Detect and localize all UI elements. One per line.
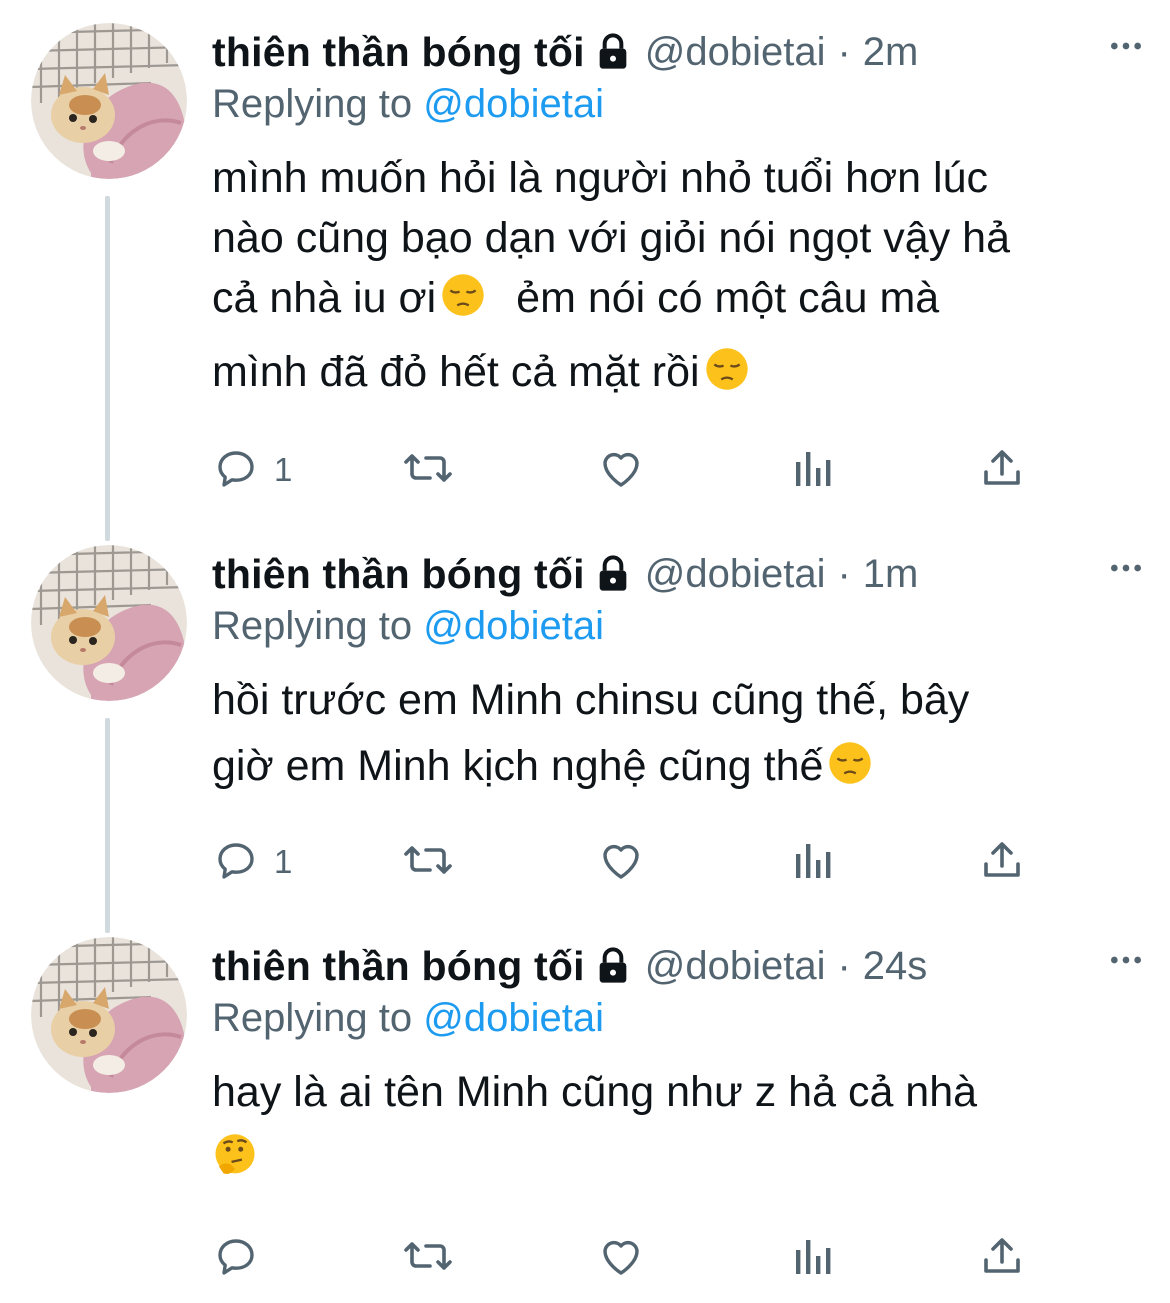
analytics-icon [790, 836, 834, 889]
share-icon [978, 836, 1026, 889]
share-icon [978, 1232, 1026, 1285]
tweet-line: cả nhà iu ơi [212, 274, 437, 322]
reply-icon [212, 836, 260, 889]
tweet-line: hồi trước em Minh chinsu cũng thế, bây [212, 676, 970, 724]
pensive-face-emoji [827, 740, 873, 802]
analytics-icon [790, 444, 834, 497]
like-button[interactable] [596, 1228, 646, 1288]
thinking-face-emoji [212, 1132, 258, 1194]
lock-icon [593, 554, 633, 594]
avatar[interactable] [31, 23, 187, 179]
like-icon [596, 836, 646, 889]
avatar[interactable] [31, 937, 187, 1093]
separator-dot: · [837, 29, 851, 74]
mention-link[interactable]: @dobietai [423, 82, 604, 126]
lock-icon [593, 32, 633, 72]
reply-count: 1 [274, 451, 293, 488]
share-button[interactable] [978, 832, 1026, 892]
share-button[interactable] [978, 1228, 1026, 1288]
replying-to: Replying to @dobietai [212, 82, 604, 127]
reply-button[interactable]: 1 [212, 832, 292, 892]
timestamp[interactable]: 2m [863, 30, 919, 75]
tweet-line: ẻm nói có một câu mà [516, 274, 940, 322]
mention-link[interactable]: @dobietai [423, 604, 604, 648]
tweet-text: hay là ai tên Minh cũng như z hả cả nhà [212, 1062, 1132, 1188]
display-name[interactable]: thiên thần bóng tối [212, 943, 585, 990]
handle[interactable]: @dobietai [645, 552, 826, 597]
retweet-icon [400, 444, 456, 497]
display-name[interactable]: thiên thần bóng tối [212, 29, 585, 76]
avatar[interactable] [31, 545, 187, 701]
like-button[interactable] [596, 832, 646, 892]
tweet-text: mình muốn hỏi là người nhỏ tuổi hơn lúc … [212, 148, 1132, 402]
pensive-face-emoji [704, 346, 750, 408]
tweet[interactable]: thiên thần bóng tối @dobietai · 24s Repl… [0, 914, 1170, 1303]
mention-link[interactable]: @dobietai [423, 996, 604, 1040]
retweet-button[interactable] [400, 1228, 456, 1288]
tweet-line-row [212, 1128, 1132, 1188]
reply-button[interactable]: 1 [212, 440, 292, 500]
retweet-button[interactable] [400, 832, 456, 892]
analytics-button[interactable] [790, 440, 834, 500]
pensive-face-emoji [440, 272, 486, 334]
handle[interactable]: @dobietai [645, 30, 826, 75]
like-icon [596, 1232, 646, 1285]
tweet-text: hồi trước em Minh chinsu cũng thế, bây g… [212, 670, 1132, 796]
more-options-icon[interactable] [1106, 548, 1146, 593]
analytics-button[interactable] [790, 1228, 834, 1288]
display-name[interactable]: thiên thần bóng tối [212, 551, 585, 598]
separator-dot: · [837, 551, 851, 596]
replying-to: Replying to @dobietai [212, 604, 604, 649]
like-button[interactable] [596, 440, 646, 500]
more-options-icon[interactable] [1106, 940, 1146, 985]
share-icon [978, 444, 1026, 497]
reply-icon [212, 1232, 260, 1285]
tweet[interactable]: thiên thần bóng tối @dobietai · 1m Reply… [0, 522, 1170, 922]
tweet-line: mình muốn hỏi là người nhỏ tuổi hơn lúc [212, 154, 989, 202]
replying-prefix: Replying to [212, 82, 413, 126]
replying-prefix: Replying to [212, 604, 413, 648]
replying-to: Replying to @dobietai [212, 996, 604, 1041]
timestamp[interactable]: 1m [863, 552, 919, 597]
tweet-line-row: giờ em Minh kịch nghệ cũng thế [212, 736, 1132, 796]
like-icon [596, 444, 646, 497]
reply-count: 1 [274, 843, 293, 880]
action-bar [212, 1228, 1052, 1288]
reply-button[interactable] [212, 1228, 274, 1288]
tweet-line: hay là ai tên Minh cũng như z hả cả nhà [212, 1068, 978, 1116]
tweet-line: mình đã đỏ hết cả mặt rồi [212, 348, 700, 396]
analytics-button[interactable] [790, 832, 834, 892]
retweet-button[interactable] [400, 440, 456, 500]
timestamp[interactable]: 24s [863, 944, 928, 989]
handle[interactable]: @dobietai [645, 944, 826, 989]
analytics-icon [790, 1232, 834, 1285]
action-bar: 1 [212, 832, 1052, 892]
replying-prefix: Replying to [212, 996, 413, 1040]
reply-icon [212, 444, 260, 497]
tweet[interactable]: thiên thần bóng tối @dobietai · 2m Reply… [0, 0, 1170, 530]
separator-dot: · [837, 943, 851, 988]
more-options-icon[interactable] [1106, 26, 1146, 71]
lock-icon [593, 946, 633, 986]
tweet-line: giờ em Minh kịch nghệ cũng thế [212, 742, 824, 790]
action-bar: 1 [212, 440, 1052, 500]
tweet-line-row: cả nhà iu ơi ẻm nói có một câu mà [212, 268, 1132, 328]
tweet-line: nào cũng bạo dạn với giỏi nói ngọt vậy h… [212, 214, 1010, 262]
retweet-icon [400, 1232, 456, 1285]
retweet-icon [400, 836, 456, 889]
share-button[interactable] [978, 440, 1026, 500]
tweet-line-row: mình đã đỏ hết cả mặt rồi [212, 342, 1132, 402]
